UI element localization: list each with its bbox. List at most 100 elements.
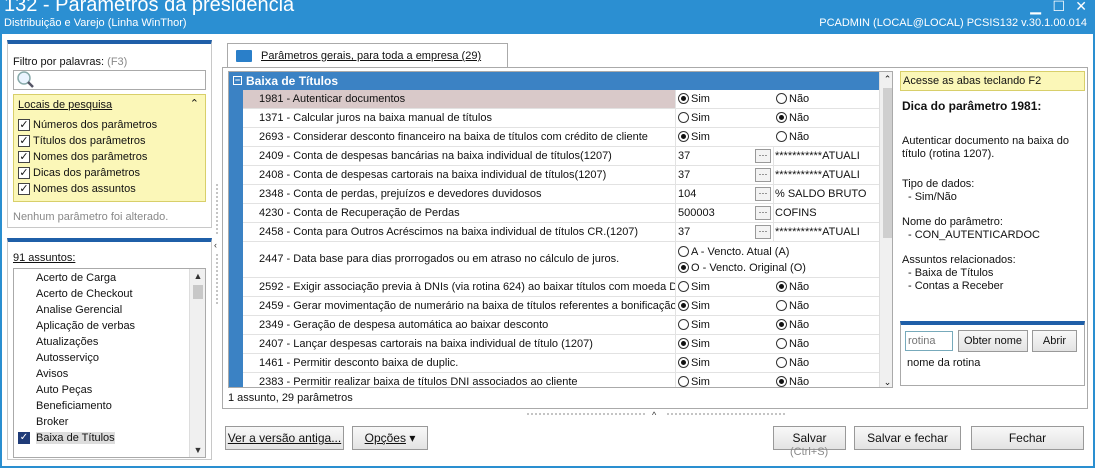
options-button[interactable]: Opções ▾ [352, 426, 428, 450]
scroll-up-icon[interactable]: ⌃ [880, 72, 892, 86]
table-row[interactable]: 1981 - Autenticar documentos Sim Não [243, 90, 879, 109]
radio-label: Sim [691, 112, 710, 124]
search-locations-box: Locais de pesquisa ⌃ ✓ Números dos parâme… [13, 94, 206, 202]
lookup-button[interactable]: ··· [755, 187, 771, 201]
table-row[interactable]: 2407 - Lançar despesas cartorais na baix… [243, 335, 879, 354]
radio-no[interactable]: Não [776, 297, 880, 315]
lookup-button[interactable]: ··· [755, 149, 771, 163]
radio-no[interactable]: Não [776, 109, 880, 127]
radio-yes[interactable]: Sim [678, 128, 774, 146]
table-row[interactable]: 2693 - Considerar desconto financeiro na… [243, 128, 879, 147]
code-field[interactable]: 104 ··· [678, 185, 774, 203]
radio-yes[interactable]: Sim [678, 90, 774, 108]
param-name: 2408 - Conta de despesas cartorais na ba… [243, 166, 676, 184]
list-item-selected[interactable]: ✓ Baixa de Títulos [18, 432, 115, 444]
radio-option-o[interactable]: O - Vencto. Original (O) [678, 260, 878, 276]
checkbox-param-titles[interactable]: ✓ Títulos dos parâmetros [18, 135, 146, 147]
radio-no[interactable]: Não [776, 128, 880, 146]
checkbox-subject-names[interactable]: ✓ Nomes dos assuntos [18, 183, 136, 195]
code-field[interactable]: 500003 ··· [678, 204, 774, 222]
list-item[interactable]: Broker [36, 416, 68, 428]
scroll-up-icon[interactable]: ▲ [190, 269, 205, 283]
list-item[interactable]: Beneficiamento [36, 400, 112, 412]
code-field[interactable]: 37 ··· [678, 166, 774, 184]
list-item[interactable]: Avisos [36, 368, 68, 380]
list-item[interactable]: Aplicação de verbas [36, 320, 135, 332]
radio-yes[interactable]: Sim [678, 354, 774, 372]
table-row[interactable]: 2408 - Conta de despesas cartorais na ba… [243, 166, 879, 185]
collapse-group-icon[interactable]: − [233, 76, 242, 85]
radio-label: Não [789, 112, 810, 124]
radio-option-a[interactable]: A - Vencto. Atual (A) [678, 244, 878, 260]
group-header[interactable]: − Baixa de Títulos [229, 72, 879, 90]
lookup-button[interactable]: ··· [755, 206, 771, 220]
filter-label-text: Filtro por palavras: [13, 56, 105, 68]
table-row[interactable]: 2383 - Permitir realizar baixa de título… [243, 373, 880, 387]
radio-no[interactable]: Não [776, 90, 880, 108]
list-item[interactable]: Acerto de Checkout [36, 288, 133, 300]
radio-icon [776, 131, 787, 142]
collapse-icon[interactable]: ⌃ [190, 97, 199, 110]
tip-type-value: - Sim/Não [908, 191, 957, 203]
radio-yes[interactable]: Sim [678, 297, 774, 315]
tip-subject-item: - Baixa de Títulos [908, 267, 994, 279]
scroll-thumb[interactable] [193, 285, 203, 299]
list-item[interactable]: Analise Gerencial [36, 304, 122, 316]
list-item[interactable]: Acerto de Carga [36, 272, 116, 284]
scroll-down-icon[interactable]: ▼ [190, 443, 205, 457]
radio-yes[interactable]: Sim [678, 109, 774, 127]
close-icon[interactable]: ✕ [1075, 0, 1087, 15]
checkbox-param-names[interactable]: ✓ Nomes dos parâmetros [18, 151, 147, 163]
close-button[interactable]: Fechar [971, 426, 1084, 450]
grid-scrollbar[interactable]: ⌃ ⌄ [879, 72, 892, 387]
minimize-icon[interactable]: ▁ [1030, 0, 1041, 15]
radio-yes[interactable]: Sim [678, 373, 774, 387]
radio-no[interactable]: Não [776, 316, 880, 334]
radio-no[interactable]: Não [776, 373, 880, 387]
radio-yes[interactable]: Sim [678, 316, 774, 334]
table-row[interactable]: 2409 - Conta de despesas bancárias na ba… [243, 147, 879, 166]
tab-general-params[interactable]: Parâmetros gerais, para toda a empresa (… [227, 43, 508, 68]
table-row[interactable]: 2458 - Conta para Outros Acréscimos na b… [243, 223, 879, 242]
table-row[interactable]: 4230 - Conta de Recuperação de Perdas 500… [243, 204, 879, 223]
list-item[interactable]: Auto Peças [36, 384, 92, 396]
table-row[interactable]: 2348 - Conta de perdas, prejuízos e deve… [243, 185, 879, 204]
radio-no[interactable]: Não [776, 335, 880, 353]
radio-group[interactable]: A - Vencto. Atual (A) O - Vencto. Origina… [678, 242, 878, 277]
code-field[interactable]: 37 ··· [678, 147, 774, 165]
left-splitter[interactable]: ‹ [214, 184, 220, 304]
scroll-thumb[interactable] [883, 88, 892, 238]
subjects-list[interactable]: Acerto de Carga Acerto de Checkout Anali… [13, 268, 206, 458]
subjects-scrollbar[interactable]: ▲ ▼ [189, 269, 205, 457]
bottom-splitter[interactable]: ^ [527, 410, 787, 420]
old-version-button[interactable]: Ver a versão antiga... [225, 426, 344, 450]
abrir-button[interactable]: Abrir [1032, 330, 1077, 352]
rotina-input[interactable] [905, 331, 953, 351]
table-row[interactable]: 2459 - Gerar movimentação de numerário n… [243, 297, 879, 316]
lookup-button[interactable]: ··· [755, 225, 771, 239]
tab-label: Parâmetros gerais, para toda a empresa (… [261, 50, 482, 62]
radio-label: Não [789, 319, 810, 331]
save-close-button[interactable]: Salvar e fechar [854, 426, 961, 450]
table-row[interactable]: 2447 - Data base para dias prorrogados o… [243, 242, 879, 278]
lookup-button[interactable]: ··· [755, 168, 771, 182]
main-window: Filtro por palavras: (F3) Locais de pesq… [2, 34, 1093, 466]
code-field[interactable]: 37 ··· [678, 223, 774, 241]
table-row[interactable]: 1371 - Calcular juros na baixa manual de… [243, 109, 879, 128]
maximize-icon[interactable]: ☐ [1052, 0, 1065, 15]
table-row[interactable]: 1461 - Permitir desconto baixa de duplic… [243, 354, 879, 373]
obter-nome-button[interactable]: Obter nome [958, 330, 1028, 352]
list-item[interactable]: Autosserviço [36, 352, 99, 364]
scroll-down-icon[interactable]: ⌄ [880, 375, 892, 387]
filter-input[interactable] [13, 70, 206, 90]
checkbox-param-numbers[interactable]: ✓ Números dos parâmetros [18, 119, 157, 131]
checkbox-icon: ✓ [18, 432, 30, 444]
table-row[interactable]: 2592 - Exigir associação previa à DNIs (… [243, 278, 879, 297]
radio-no[interactable]: Não [776, 278, 880, 296]
checkbox-param-tips[interactable]: ✓ Dicas dos parâmetros [18, 167, 140, 179]
radio-yes[interactable]: Sim [678, 335, 774, 353]
radio-yes[interactable]: Sim [678, 278, 774, 296]
list-item[interactable]: Atualizações [36, 336, 98, 348]
table-row[interactable]: 2349 - Geração de despesa automática ao … [243, 316, 879, 335]
radio-no[interactable]: Não [776, 354, 880, 372]
